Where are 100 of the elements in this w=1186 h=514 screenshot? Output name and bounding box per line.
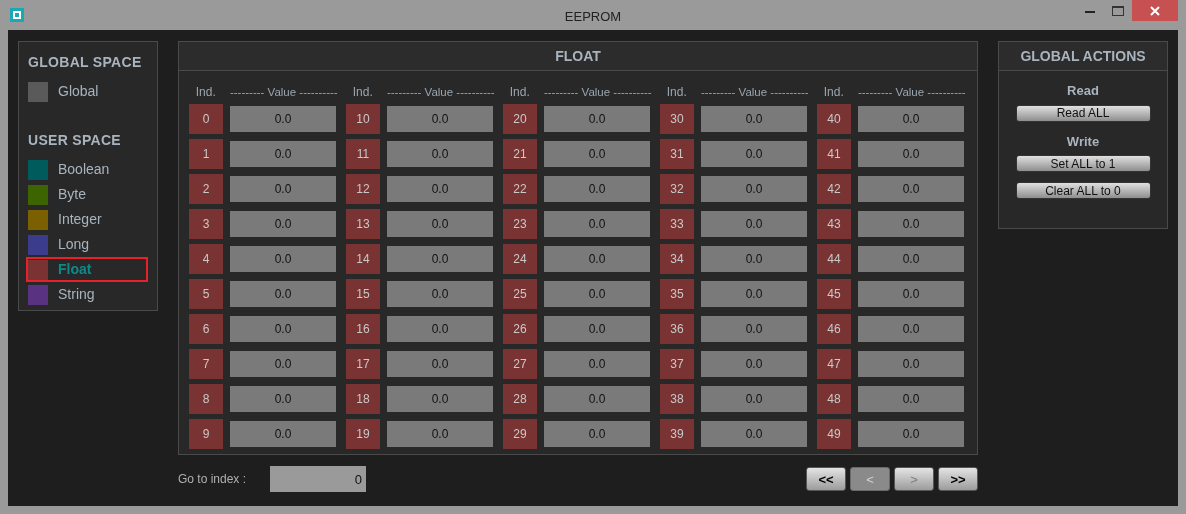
column-header: Ind.	[194, 84, 217, 101]
action-button[interactable]: Clear ALL to 0	[1015, 182, 1151, 199]
index-cell: 49	[817, 418, 851, 449]
sidebar-item[interactable]: Boolean	[26, 157, 148, 182]
index-cell: 8	[189, 383, 223, 414]
index-cell: 16	[346, 313, 380, 344]
index-cell: 15	[346, 278, 380, 309]
value-field[interactable]: 0.0	[701, 245, 807, 272]
sidebar-item[interactable]: Long	[26, 232, 148, 257]
value-field[interactable]: 0.0	[387, 175, 493, 202]
index-cell: 45	[817, 278, 851, 309]
sidebar-item[interactable]: Float	[26, 257, 148, 282]
sidebar-item[interactable]: String	[26, 282, 148, 307]
value-field[interactable]: 0.0	[230, 210, 336, 237]
index-cell: 37	[660, 348, 694, 379]
nav-button[interactable]: <<	[806, 467, 846, 491]
value-field[interactable]: 0.0	[544, 140, 650, 167]
value-field[interactable]: 0.0	[387, 245, 493, 272]
value-field[interactable]: 0.0	[701, 350, 807, 377]
index-cell: 41	[817, 138, 851, 169]
action-button[interactable]: Read ALL	[1015, 104, 1151, 122]
index-cell: 10	[346, 103, 380, 134]
value-field[interactable]: 0.0	[230, 280, 336, 307]
value-field[interactable]: 0.0	[701, 385, 807, 412]
value-field[interactable]: 0.0	[701, 175, 807, 202]
maximize-icon	[1112, 6, 1124, 16]
value-field[interactable]: 0.0	[701, 315, 807, 342]
index-cell: 30	[660, 103, 694, 134]
value-field[interactable]: 0.0	[387, 210, 493, 237]
index-cell: 20	[503, 103, 537, 134]
index-cell: 4	[189, 243, 223, 274]
action-button[interactable]: Set ALL to 1	[1015, 155, 1151, 172]
index-cell: 5	[189, 278, 223, 309]
value-field[interactable]: 0.0	[230, 315, 336, 342]
value-field[interactable]: 0.0	[701, 140, 807, 167]
value-field[interactable]: 0.0	[701, 105, 807, 132]
column-header: --------- Value ----------	[228, 84, 339, 100]
nav-button[interactable]: >>	[938, 467, 978, 491]
column-header: --------- Value ----------	[542, 84, 653, 100]
value-field[interactable]: 0.0	[230, 245, 336, 272]
value-field[interactable]: 0.0	[701, 210, 807, 237]
section-heading: Write	[1066, 132, 1100, 151]
value-field[interactable]: 0.0	[387, 105, 493, 132]
value-field[interactable]: 0.0	[230, 350, 336, 377]
index-cell: 22	[503, 173, 537, 204]
panel-title: GLOBAL ACTIONS	[999, 42, 1167, 71]
value-field[interactable]: 0.0	[701, 420, 807, 447]
index-cell: 13	[346, 208, 380, 239]
value-field[interactable]: 0.0	[544, 175, 650, 202]
value-field[interactable]: 0.0	[544, 105, 650, 132]
app-icon	[10, 8, 24, 22]
index-cell: 0	[189, 103, 223, 134]
index-cell: 18	[346, 383, 380, 414]
value-field[interactable]: 0.0	[858, 280, 964, 307]
value-field[interactable]: 0.0	[858, 105, 964, 132]
value-field[interactable]: 0.0	[387, 140, 493, 167]
value-field[interactable]: 0.0	[544, 420, 650, 447]
value-field[interactable]: 0.0	[230, 385, 336, 412]
value-field[interactable]: 0.0	[858, 420, 964, 447]
value-field[interactable]: 0.0	[544, 245, 650, 272]
value-field[interactable]: 0.0	[387, 280, 493, 307]
value-field[interactable]: 0.0	[544, 315, 650, 342]
index-cell: 38	[660, 383, 694, 414]
sidebar-item[interactable]: Global	[26, 79, 148, 104]
section-heading: USER SPACE	[28, 131, 122, 150]
index-cell: 11	[346, 138, 380, 169]
index-cell: 28	[503, 383, 537, 414]
index-cell: 12	[346, 173, 380, 204]
value-field[interactable]: 0.0	[387, 315, 493, 342]
close-button[interactable]	[1132, 0, 1178, 21]
index-cell: 47	[817, 348, 851, 379]
value-field[interactable]: 0.0	[544, 350, 650, 377]
value-field[interactable]: 0.0	[701, 280, 807, 307]
value-field[interactable]: 0.0	[858, 315, 964, 342]
index-cell: 14	[346, 243, 380, 274]
value-field[interactable]: 0.0	[230, 105, 336, 132]
value-field[interactable]: 0.0	[544, 210, 650, 237]
value-field[interactable]: 0.0	[387, 420, 493, 447]
value-field[interactable]: 0.0	[858, 210, 964, 237]
value-field[interactable]: 0.0	[858, 245, 964, 272]
window-title: EEPROM	[564, 8, 622, 26]
index-cell: 43	[817, 208, 851, 239]
value-field[interactable]: 0.0	[544, 385, 650, 412]
sidebar-item[interactable]: Integer	[26, 207, 148, 232]
index-cell: 29	[503, 418, 537, 449]
index-cell: 31	[660, 138, 694, 169]
value-field[interactable]: 0.0	[858, 385, 964, 412]
index-cell: 6	[189, 313, 223, 344]
value-field[interactable]: 0.0	[387, 385, 493, 412]
value-field[interactable]: 0.0	[858, 350, 964, 377]
value-field[interactable]: 0.0	[544, 280, 650, 307]
value-field[interactable]: 0.0	[858, 175, 964, 202]
value-field[interactable]: 0.0	[230, 420, 336, 447]
value-field[interactable]: 0.0	[387, 350, 493, 377]
value-field[interactable]: 0.0	[230, 140, 336, 167]
value-field[interactable]: 0.0	[230, 175, 336, 202]
value-field[interactable]: 0.0	[858, 140, 964, 167]
sidebar-item[interactable]: Byte	[26, 182, 148, 207]
column-header: Ind.	[351, 84, 374, 101]
goto-field[interactable]: 0	[270, 466, 366, 492]
